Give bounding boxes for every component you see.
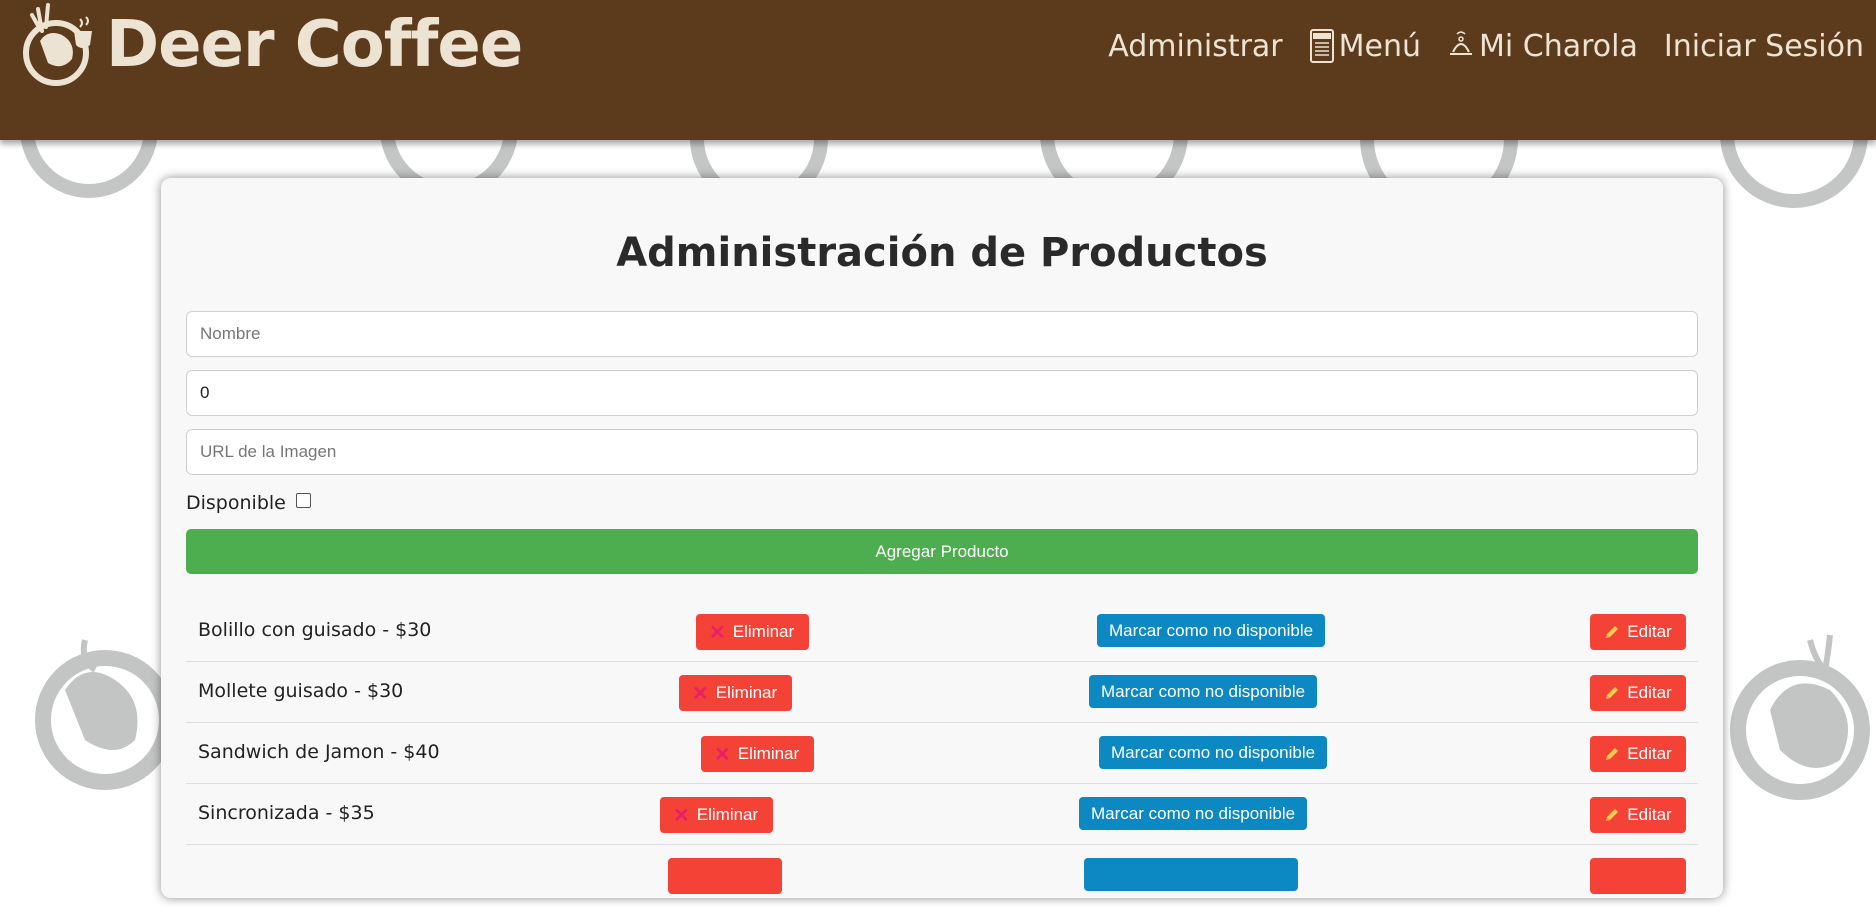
mark-unavailable-label: Marcar como no disponible [1111, 742, 1316, 762]
edit-button-label: Editar [1627, 805, 1672, 824]
product-row: Sandwich de Jamon - $40 ✕ Eliminar Marca… [186, 723, 1698, 784]
product-label: Sandwich de Jamon - $40 [198, 741, 440, 763]
available-checkbox[interactable] [295, 492, 311, 508]
nav-administrar[interactable]: Administrar [1108, 29, 1282, 64]
delete-button-label: Eliminar [696, 805, 759, 824]
mark-unavailable-label: Marcar como no disponible [1091, 803, 1296, 823]
brand[interactable]: Deer Coffee [18, 0, 523, 90]
mark-unavailable-button[interactable]: Marcar como no disponible [1089, 675, 1318, 708]
mark-unavailable-button[interactable]: Marcar como no disponible [1099, 736, 1328, 769]
edit-button[interactable]: Editar [1590, 614, 1686, 650]
available-row: Disponible [186, 492, 311, 514]
edit-button[interactable]: Editar [1590, 675, 1686, 711]
edit-button-label: Editar [1627, 683, 1672, 702]
edit-button-label: Editar [1627, 622, 1672, 641]
delete-x-icon: ✕ [673, 804, 690, 827]
delete-button[interactable]: ✕ Eliminar [660, 797, 774, 833]
mark-unavailable-button[interactable]: Marcar como no disponible [1079, 797, 1308, 830]
delete-button[interactable]: ✕ Eliminar [696, 614, 810, 650]
delete-button[interactable]: ✕ Eliminar [679, 675, 793, 711]
nav-iniciar-sesion-label: Iniciar Sesión [1663, 28, 1864, 64]
pencil-icon [1606, 626, 1619, 638]
product-price-input[interactable] [186, 370, 1698, 416]
pencil-icon [1606, 687, 1619, 699]
product-row: Sincronizada - $35 ✕ Eliminar Marcar com… [186, 784, 1698, 845]
product-name-input[interactable] [186, 311, 1698, 357]
nav-administrar-label: Administrar [1108, 28, 1283, 64]
mark-unavailable-button[interactable]: Marcar como no disponible [1097, 614, 1326, 647]
deer-watermark-icon [1730, 634, 1870, 800]
delete-button[interactable]: ✕ Eliminar [701, 736, 815, 772]
deer-watermark-icon [35, 639, 175, 790]
delete-button-label: Eliminar [732, 622, 795, 641]
product-label: Sincronizada - $35 [198, 802, 375, 824]
delete-button-label: Eliminar [737, 744, 800, 763]
nav-iniciar-sesion[interactable]: Iniciar Sesión [1664, 29, 1864, 64]
mark-unavailable-label: Marcar como no disponible [1109, 620, 1314, 640]
delete-x-icon: ✕ [714, 743, 731, 766]
edit-button-label: Editar [1627, 744, 1672, 763]
edit-button[interactable] [1590, 858, 1686, 894]
product-row: Bolillo con guisado - $30 ✕ Eliminar Mar… [186, 601, 1698, 662]
product-row: Mollete guisado - $30 ✕ Eliminar Marcar … [186, 662, 1698, 723]
edit-button[interactable]: Editar [1590, 736, 1686, 772]
nav-menu[interactable]: Menú [1309, 28, 1421, 64]
product-row [186, 845, 1698, 906]
mark-unavailable-label: Marcar como no disponible [1101, 681, 1306, 701]
delete-x-icon: ✕ [692, 682, 709, 705]
nav-menu-label: Menú [1338, 28, 1422, 64]
brand-name: Deer Coffee [106, 8, 523, 82]
product-image-url-input[interactable] [186, 429, 1698, 475]
deer-coffee-logo-icon [23, 3, 92, 86]
add-product-button-label: Agregar Producto [875, 541, 1009, 561]
nav-mi-charola-label: Mi Charola [1479, 28, 1638, 64]
admin-card: Administración de Productos Disponible A… [161, 178, 1723, 898]
serving-tray-icon [1450, 31, 1473, 55]
product-label: Bolillo con guisado - $30 [198, 619, 432, 641]
header-bar: Deer Coffee Administrar Menú Mi Charola … [0, 0, 1876, 140]
menu-card-icon [1309, 29, 1334, 63]
mark-unavailable-button[interactable] [1084, 858, 1298, 891]
delete-x-icon: ✕ [709, 621, 726, 644]
main-nav: Administrar Menú Mi Charola Iniciar Sesi… [1082, 28, 1864, 64]
page-title: Administración de Productos [616, 230, 1268, 276]
product-label: Mollete guisado - $30 [198, 680, 404, 702]
edit-button[interactable]: Editar [1590, 797, 1686, 833]
nav-mi-charola[interactable]: Mi Charola [1447, 29, 1638, 64]
add-product-button[interactable]: Agregar Producto [186, 529, 1698, 574]
pencil-icon [1606, 748, 1619, 760]
delete-button-label: Eliminar [715, 683, 778, 702]
delete-button[interactable] [668, 858, 782, 894]
available-label: Disponible [186, 492, 286, 514]
pencil-icon [1606, 809, 1619, 821]
